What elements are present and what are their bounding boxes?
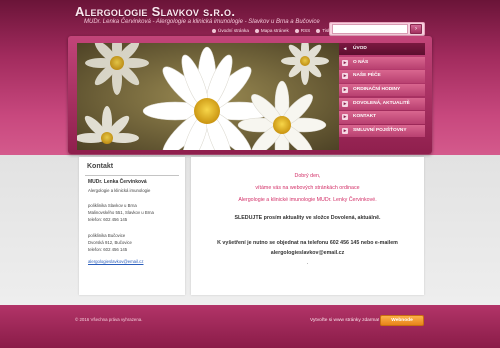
main-navigation: ◂ ÚVOD ▸ O NÁS ▸ NAŠE PÉČE ▸ ORDINAČNÍ HODINY ▸ D… xyxy=(339,43,425,153)
webnode-button[interactable]: Webnode xyxy=(380,315,424,326)
nav-item[interactable]: ◂ ÚVOD xyxy=(339,43,425,56)
practice-text: Alergologie a klinické imunologie MUDr. … xyxy=(238,197,377,203)
search-icon: › xyxy=(415,26,417,32)
appointment-text: K vyšetření je nutno se objednat na tele… xyxy=(217,240,398,246)
doctor-name: MUDr. Lenka Červinková xyxy=(88,179,147,185)
site-subtitle: MUDr. Lenka Červinková - Alergologie a k… xyxy=(84,19,320,25)
office2-name: poliklinika Bučovice xyxy=(88,233,126,238)
footer-promo-link[interactable]: Vytvořte si www stránky zdarma! xyxy=(310,318,379,323)
sidebar-title: Kontakt xyxy=(87,163,114,170)
home-link[interactable]: Úvodní stránka xyxy=(212,28,249,33)
nav-item[interactable]: ▸ DOVOLENÁ, AKTUALITĚ xyxy=(339,97,425,110)
doctor-specialty: Alergologie a klinická imunologie xyxy=(88,188,151,193)
sidebar-divider xyxy=(85,175,179,176)
office1-phone: telefon: 602 456 145 xyxy=(88,217,128,222)
arrow-left-icon: ◂ xyxy=(343,46,347,52)
nav-item-label: ORDINAČNÍ HODINY xyxy=(353,87,401,93)
arrow-right-icon: ▸ xyxy=(342,114,348,121)
rss-link[interactable]: RSS xyxy=(294,28,310,33)
notice-text: SLEDUJTE prosím aktuality ve složce Dovo… xyxy=(234,215,381,221)
search-input[interactable] xyxy=(332,24,408,34)
nav-item-label: ÚVOD xyxy=(353,46,367,51)
daisy-image xyxy=(77,43,339,150)
arrow-right-icon: ▸ xyxy=(342,73,348,80)
arrow-right-icon: ▸ xyxy=(342,128,348,135)
nav-item[interactable]: ▸ SMLUVNÍ POJIŠŤOVNY xyxy=(339,125,425,138)
contact-sidebar: Kontakt MUDr. Lenka Červinková Alergolog… xyxy=(79,157,185,295)
office2-address: Dvorská 912, Bučovice xyxy=(88,240,132,245)
nav-item-label: NAŠE PÉČE xyxy=(353,73,381,79)
site-title[interactable]: Alergologie Slavkov s.r.o. xyxy=(75,4,235,19)
main-dash: . xyxy=(306,260,309,266)
home-link-label[interactable]: Úvodní stránka xyxy=(218,28,249,33)
search-box: › xyxy=(329,22,425,36)
nav-item[interactable]: ▸ NAŠE PÉČE xyxy=(339,70,425,83)
office1-name: poliklinika Slavkov u Brna xyxy=(88,203,137,208)
rss-icon xyxy=(294,28,299,33)
welcome-text: vítáme vás na webových stránkách ordinac… xyxy=(255,185,360,191)
sitemap-link-label[interactable]: Mapa stránek xyxy=(261,28,289,33)
greeting: Dobrý den, xyxy=(294,173,321,179)
footer-background xyxy=(0,305,500,348)
arrow-right-icon: ▸ xyxy=(342,100,348,107)
nav-item-label: DOVOLENÁ, AKTUALITĚ xyxy=(353,100,410,106)
nav-item[interactable]: ▸ KONTAKT xyxy=(339,111,425,124)
main-email[interactable]: alergologieslavkov@email.cz xyxy=(191,250,424,256)
nav-item[interactable]: ▸ ORDINAČNÍ HODINY xyxy=(339,84,425,97)
sidebar-email-link[interactable]: alergologieslavkov@email.cz xyxy=(88,259,143,264)
office2-phone: telefon: 602 456 145 xyxy=(88,247,128,252)
arrow-right-icon: ▸ xyxy=(342,59,348,66)
office1-address: Malinovského 551, Slavkov u Brna xyxy=(88,210,154,215)
arrow-right-icon: ▸ xyxy=(342,87,348,94)
main-content: Dobrý den, vítáme vás na webových stránk… xyxy=(191,157,424,295)
search-button[interactable]: › xyxy=(410,24,422,34)
nav-item-label: KONTAKT xyxy=(353,114,377,120)
copyright-text: © 2016 Všechna práva vyhrazena. xyxy=(75,317,143,322)
nav-item[interactable]: ▸ O NÁS xyxy=(339,56,425,69)
banner-image xyxy=(77,43,339,150)
print-icon xyxy=(316,28,321,33)
rss-link-label[interactable]: RSS xyxy=(301,28,310,33)
sitemap-icon xyxy=(254,28,259,33)
top-links: Úvodní stránka Mapa stránek RSS Tisk xyxy=(212,28,330,33)
home-icon xyxy=(212,28,216,33)
nav-item-label: SMLUVNÍ POJIŠŤOVNY xyxy=(353,128,407,134)
nav-item-label: O NÁS xyxy=(353,59,369,65)
sitemap-link[interactable]: Mapa stránek xyxy=(254,28,289,33)
